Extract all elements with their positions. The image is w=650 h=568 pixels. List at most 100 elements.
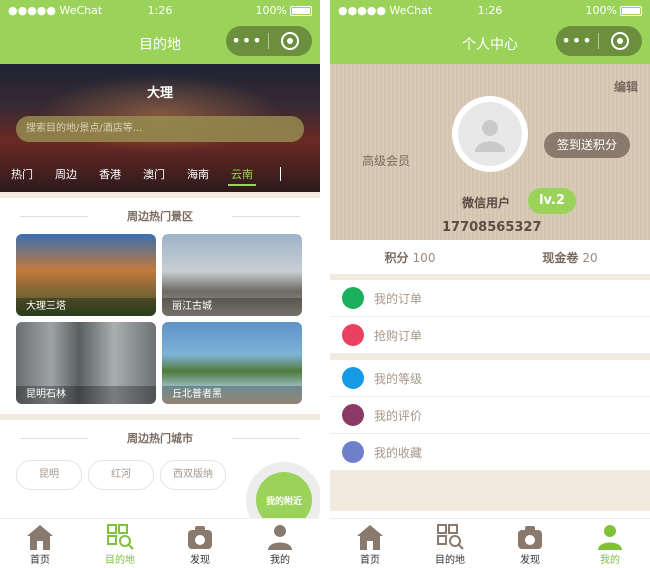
menu-item[interactable]: 我的等级 bbox=[330, 360, 650, 397]
qr-search-icon bbox=[437, 524, 464, 550]
tab-destination[interactable]: 目的地 bbox=[410, 519, 490, 568]
coupon-label: 现金卷 bbox=[542, 250, 579, 265]
more-menu-button[interactable]: ••• bbox=[226, 26, 268, 56]
menu-item[interactable]: 我的评价 bbox=[330, 397, 650, 434]
home-icon bbox=[27, 525, 53, 550]
edit-profile-link[interactable]: 编辑 bbox=[614, 78, 638, 95]
menu-dot-icon bbox=[342, 287, 364, 309]
menu-item-label: 抢购订单 bbox=[374, 328, 423, 343]
scenic-tile[interactable]: 丘北普者黑 bbox=[162, 322, 302, 404]
tab-label: 我的 bbox=[270, 555, 290, 566]
tab-label: 发现 bbox=[190, 555, 210, 566]
tab-destination[interactable]: 目的地 bbox=[80, 519, 160, 568]
scenic-title-text: 周边热门景区 bbox=[127, 210, 193, 223]
scenic-caption: 丽江古城 bbox=[162, 298, 302, 316]
menu-item-label: 我的评价 bbox=[374, 408, 423, 423]
battery-status: 100% bbox=[586, 4, 642, 17]
camera-icon bbox=[518, 526, 542, 549]
hero-banner: 大理 搜索目的地/景点/酒店等... 热门 周边 香港 澳门 海南 云南 bbox=[0, 64, 320, 192]
battery-status: 100% bbox=[256, 4, 312, 17]
tabs-end-divider bbox=[280, 167, 281, 181]
default-avatar-icon bbox=[475, 120, 505, 152]
scenic-tile[interactable]: 大理三塔 bbox=[16, 234, 156, 316]
tab-label: 目的地 bbox=[105, 555, 135, 566]
region-tab[interactable]: 云南 bbox=[220, 166, 264, 186]
sign-in-button[interactable]: 签到送积分 bbox=[544, 132, 630, 158]
coupon-value: 20 bbox=[582, 250, 598, 265]
tab-label: 我的 bbox=[600, 555, 620, 566]
order-menu: 我的订单抢购订单 bbox=[330, 280, 650, 354]
nav-bar: 目的地 ••• bbox=[0, 22, 320, 64]
region-tab[interactable]: 香港 bbox=[88, 166, 132, 182]
title-line-right bbox=[232, 216, 300, 217]
profile-header: 编辑 高级会员 签到送积分 微信用户 lv.2 17708565327 bbox=[330, 64, 650, 240]
target-icon bbox=[611, 32, 629, 50]
city-pill[interactable]: 红河 bbox=[88, 460, 154, 490]
status-bar: ●●●●● WeChat 1:26 100% bbox=[330, 0, 650, 22]
level-badge: lv.2 bbox=[528, 188, 576, 214]
points-stat[interactable]: 积分 100 bbox=[330, 249, 490, 266]
tab-label: 发现 bbox=[520, 555, 540, 566]
user-icon bbox=[268, 525, 292, 550]
title-line-left bbox=[20, 216, 88, 217]
more-menu-button[interactable]: ••• bbox=[556, 26, 598, 56]
tab-label: 首页 bbox=[30, 555, 50, 566]
home-icon bbox=[357, 525, 383, 550]
bottom-tab-bar: 首页 目的地 发现 我的 bbox=[0, 518, 320, 568]
points-value: 100 bbox=[412, 250, 436, 265]
tab-mine[interactable]: 我的 bbox=[240, 519, 320, 568]
battery-icon bbox=[620, 5, 642, 16]
menu-item-label: 我的等级 bbox=[374, 371, 423, 386]
tab-discover[interactable]: 发现 bbox=[490, 519, 570, 568]
battery-percent: 100% bbox=[585, 4, 617, 17]
region-tab[interactable]: 周边 bbox=[44, 166, 88, 182]
camera-icon bbox=[188, 526, 212, 549]
points-label: 积分 bbox=[384, 250, 409, 265]
phone-number: 17708565327 bbox=[442, 220, 542, 235]
cities-title-text: 周边热门城市 bbox=[127, 432, 193, 445]
bottom-spacer bbox=[330, 471, 650, 511]
avatar[interactable] bbox=[452, 96, 528, 172]
menu-dot-icon bbox=[342, 367, 364, 389]
menu-dot-icon bbox=[342, 441, 364, 463]
mini-program-capsule: ••• bbox=[556, 26, 642, 56]
battery-icon bbox=[290, 5, 312, 16]
tab-label: 目的地 bbox=[435, 555, 465, 566]
scenic-section-title: 周边热门景区 bbox=[0, 198, 320, 234]
menu-item[interactable]: 我的收藏 bbox=[330, 434, 650, 471]
city-pill[interactable]: 昆明 bbox=[16, 460, 82, 490]
tab-discover[interactable]: 发现 bbox=[160, 519, 240, 568]
scenic-caption: 大理三塔 bbox=[16, 298, 156, 316]
close-program-button[interactable] bbox=[269, 32, 311, 50]
scenic-caption: 昆明石林 bbox=[16, 386, 156, 404]
qr-search-icon bbox=[107, 524, 134, 550]
tab-mine[interactable]: 我的 bbox=[570, 519, 650, 568]
city-pill[interactable]: 西双版纳 bbox=[160, 460, 226, 490]
coupon-stat[interactable]: 现金卷 20 bbox=[490, 249, 650, 266]
member-level-label: 高级会员 bbox=[362, 154, 411, 168]
battery-percent: 100% bbox=[255, 4, 287, 17]
status-bar: ●●●●● WeChat 1:26 100% bbox=[0, 0, 320, 22]
menu-dot-icon bbox=[342, 404, 364, 426]
scenic-grid: 大理三塔 丽江古城 昆明石林 丘北普者黑 bbox=[0, 234, 320, 404]
destination-screen: ●●●●● WeChat 1:26 100% 目的地 ••• 大理 搜索目的地/… bbox=[0, 0, 320, 568]
current-city: 大理 bbox=[146, 86, 173, 101]
username: 微信用户 bbox=[462, 196, 511, 210]
region-tab[interactable]: 澳门 bbox=[132, 166, 176, 182]
cities-section-title: 周边热门城市 bbox=[0, 420, 320, 456]
close-program-button[interactable] bbox=[599, 32, 641, 50]
region-tab[interactable]: 海南 bbox=[176, 166, 220, 182]
tab-label: 首页 bbox=[360, 555, 380, 566]
menu-item[interactable]: 我的订单 bbox=[330, 280, 650, 317]
menu-item-label: 我的收藏 bbox=[374, 445, 423, 460]
menu-item[interactable]: 抢购订单 bbox=[330, 317, 650, 354]
scenic-tile[interactable]: 昆明石林 bbox=[16, 322, 156, 404]
title-line-left bbox=[20, 438, 88, 439]
scenic-tile[interactable]: 丽江古城 bbox=[162, 234, 302, 316]
tab-home[interactable]: 首页 bbox=[0, 519, 80, 568]
title-line-right bbox=[232, 438, 300, 439]
scenic-caption: 丘北普者黑 bbox=[162, 386, 302, 404]
tab-home[interactable]: 首页 bbox=[330, 519, 410, 568]
search-input[interactable]: 搜索目的地/景点/酒店等... bbox=[16, 116, 304, 142]
region-tab[interactable]: 热门 bbox=[0, 166, 44, 182]
